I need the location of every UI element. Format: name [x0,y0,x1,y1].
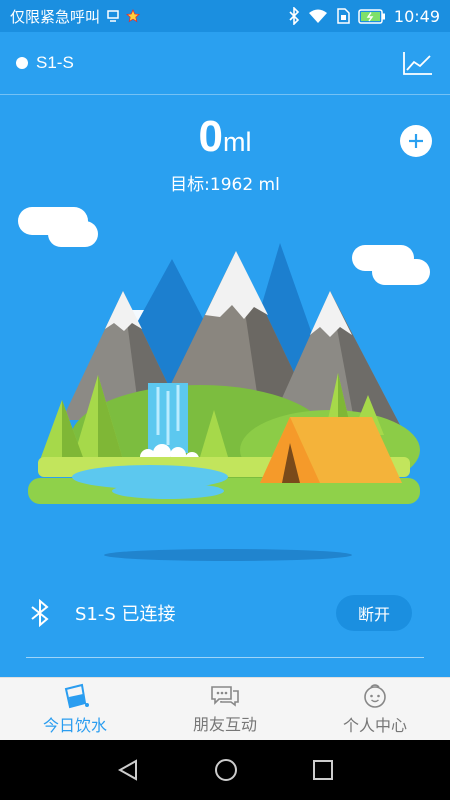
intake-display: 0ml [0,112,450,162]
tab-today-drinking[interactable]: 今日饮水 [0,678,150,740]
tab-label: 个人中心 [342,715,407,735]
connection-dot [16,57,28,69]
sim-icon [337,8,350,24]
water-cup-icon [64,683,89,708]
star-notification-icon [126,9,140,23]
system-nav-bar [0,740,450,800]
intake-value: 0 [198,112,223,161]
recents-icon[interactable] [312,759,334,781]
tab-label: 朋友互动 [192,714,257,734]
landscape-illustration [18,207,430,561]
bluetooth-icon [289,7,300,25]
line-chart-icon[interactable] [402,50,434,76]
connection-divider [26,657,424,658]
add-intake-button[interactable] [400,125,432,157]
chat-icon [211,685,239,707]
connection-row: S1-S 已连接 断开 [0,588,450,638]
device-name: S1-S [36,53,74,72]
goal-label: 目标:1962 ml [170,175,280,195]
status-bar: 仅限紧急呼叫 10:49 [0,0,450,32]
plus-icon [409,134,423,148]
device-header: S1-S [0,32,450,94]
home-icon[interactable] [213,757,239,783]
usb-icon [107,10,119,22]
bluetooth-icon [31,599,49,627]
header-divider [0,94,450,95]
tab-friends[interactable]: 朋友互动 [150,678,300,740]
intake-unit: ml [222,127,252,157]
bottom-tab-bar: 今日饮水 朋友互动 个人中心 [0,677,450,740]
disconnect-button[interactable]: 断开 [336,595,412,631]
face-icon [364,683,386,708]
carrier-text: 仅限紧急呼叫 [10,7,101,26]
tab-profile[interactable]: 个人中心 [300,678,450,740]
tab-label: 今日饮水 [42,715,107,735]
wifi-icon [308,9,327,23]
battery-icon [358,8,385,24]
back-icon[interactable] [116,758,140,782]
connection-status: S1-S 已连接 [75,604,176,625]
clock: 10:49 [393,6,440,26]
